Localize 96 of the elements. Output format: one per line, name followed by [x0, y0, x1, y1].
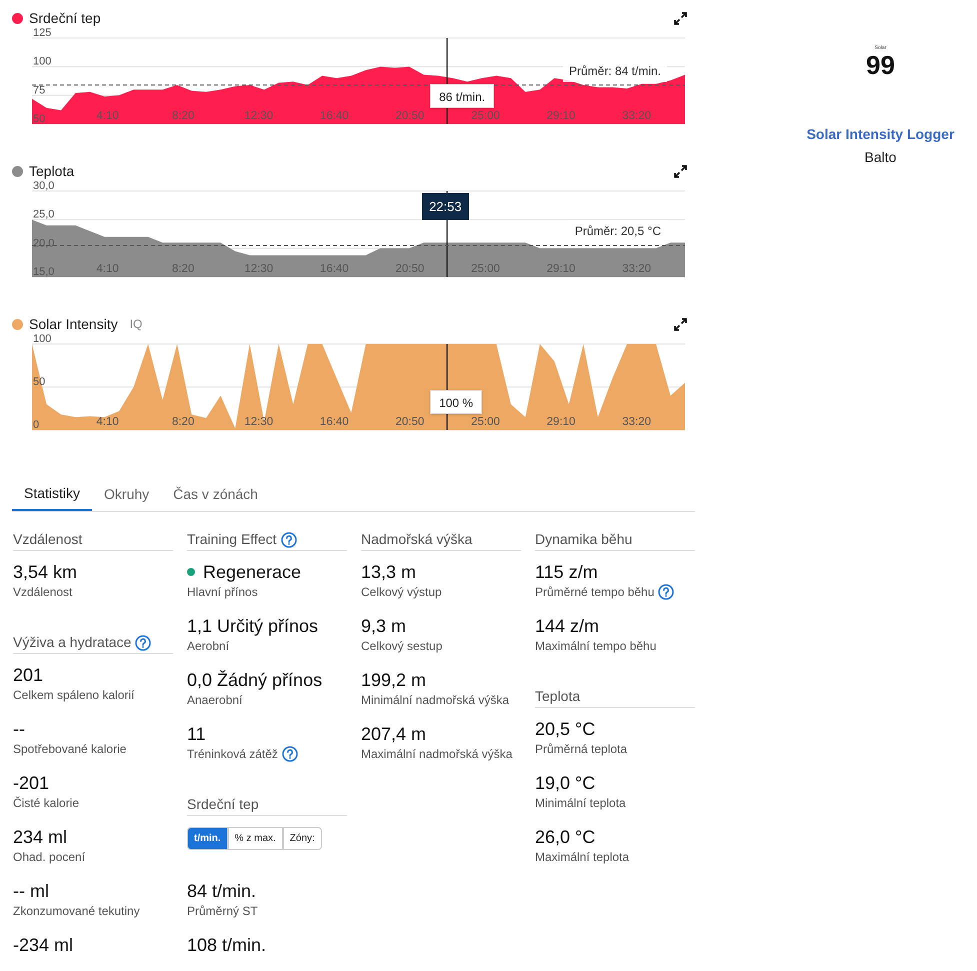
tab[interactable]: Okruhy — [92, 478, 162, 511]
axis-label: 8:20 — [172, 416, 194, 428]
stat-value: Regenerace — [203, 560, 302, 582]
stat-value: -- — [13, 718, 25, 740]
axis-label: 16:40 — [320, 110, 349, 122]
stat-label: Hlavní přínos — [187, 584, 258, 601]
axis-label: 29:10 — [546, 416, 576, 428]
axis-label: 4:10 — [96, 110, 119, 122]
logo-number: 99 — [866, 51, 895, 79]
stat-label: Aerobní — [187, 638, 230, 655]
stat-label: Spotřebované kalorie — [13, 741, 126, 758]
axis-label: 100 — [33, 56, 52, 68]
section-title: Srdeční tep — [187, 795, 259, 814]
axis-label: 33:20 — [622, 416, 652, 428]
chart-title: Srdeční tep — [29, 8, 101, 28]
cursor-time-label: 22:53 — [422, 193, 469, 220]
stat-value: -234 ml — [13, 934, 74, 956]
axis-label: 75 — [33, 84, 46, 96]
stat-value: 207,4 m — [361, 722, 426, 744]
axis-label: 25,0 — [33, 208, 54, 221]
chart-title: Teplota — [29, 162, 74, 181]
tab[interactable]: Čas v zónách — [161, 478, 270, 511]
axis-label: 0 — [33, 419, 40, 431]
stat-value: 26,0 °C — [535, 826, 596, 848]
unit-toggle[interactable]: t/min. — [187, 827, 228, 850]
axis-label: 20:50 — [396, 110, 424, 122]
stat-value: 9,3 m — [361, 614, 406, 636]
stat-value: 0,0 Žádný přínos — [187, 668, 322, 690]
stat-value: 13,3 m — [361, 560, 416, 582]
stat-label: Maximální tempo běhu — [535, 638, 656, 655]
stat-value: 3,54 km — [13, 560, 78, 582]
stat-label: Minimální nadmořská výška — [361, 692, 510, 709]
iq-label: IQ — [130, 316, 142, 333]
axis-label: 4:10 — [96, 416, 119, 428]
stat-value: 11 — [187, 722, 206, 744]
stat-value: 234 ml — [13, 826, 68, 848]
axis-label: 125 — [33, 27, 52, 39]
device-link[interactable]: Solar Intensity Logger — [806, 124, 954, 145]
expand-icon[interactable] — [674, 318, 687, 330]
stat-label: Celkový výstup — [361, 584, 442, 601]
tab[interactable]: Statistiky — [12, 478, 92, 511]
stat-label: Maximální teplota — [535, 849, 630, 866]
stat-label: Průměrný ST — [187, 903, 258, 920]
stat-label: Celkový sestup — [361, 638, 442, 655]
stat-value: 115 z/m — [535, 560, 598, 582]
axis-label: 25:00 — [471, 110, 500, 122]
stat-value: 1,1 Určitý přínos — [187, 614, 318, 636]
stat-value: -- ml — [13, 880, 49, 902]
stat-value: 20,5 °C — [535, 718, 596, 740]
stat-label: Zkonzumované tekutiny — [13, 903, 140, 920]
expand-icon[interactable] — [674, 12, 687, 24]
help-icon[interactable] — [135, 634, 152, 650]
stat-label: Čisté kalorie — [13, 795, 80, 812]
stat-label: Maximální nadmořská výška — [361, 746, 512, 763]
chart-title: Solar Intensity — [29, 314, 118, 334]
stat-value: 19,0 °C — [535, 772, 596, 794]
stat-value: 201 — [13, 664, 44, 686]
axis-label: 12:30 — [244, 110, 274, 122]
unit-toggle[interactable]: Zóny: — [282, 827, 322, 850]
stat-label: Ohad. pocení — [13, 849, 86, 866]
axis-label: 16:40 — [320, 416, 349, 428]
section-title: Dynamika běhu — [535, 530, 632, 549]
section-title: Nadmořská výška — [361, 530, 472, 549]
help-icon[interactable] — [280, 532, 296, 548]
axis-label: 30,0 — [33, 180, 54, 192]
tooltip: 100 % — [430, 390, 482, 414]
unit-toggle[interactable]: % z max. — [228, 827, 283, 850]
tooltip: 86 t/min. — [430, 84, 494, 108]
stat-label: Anaerobní — [187, 692, 242, 709]
stat-value: 108 t/min. — [187, 934, 266, 956]
section-title: Výživa a hydratace — [13, 633, 132, 652]
help-icon[interactable] — [282, 746, 298, 762]
stat-value: 84 t/min. — [187, 880, 256, 902]
axis-label: 8:20 — [172, 110, 194, 122]
stat-label: Celkem spáleno kalorií — [13, 687, 134, 704]
help-icon[interactable] — [658, 584, 674, 600]
section-title: Training Effect — [187, 530, 276, 549]
axis-label: 33:20 — [622, 110, 652, 122]
stat-label: Průměrná teplota — [535, 741, 628, 758]
axis-label: 50 — [33, 113, 46, 125]
stat-label: Vzdálenost — [13, 584, 72, 601]
stat-label: Minimální teplota — [535, 795, 626, 812]
axis-label: 25:00 — [471, 416, 500, 428]
stat-label: Tréninková zátěž — [187, 746, 278, 763]
stat-value: -201 — [13, 772, 50, 794]
axis-label: 100 — [33, 333, 52, 345]
stat-label: Průměrné tempo běhu — [535, 584, 654, 601]
stat-value: 199,2 m — [361, 668, 426, 690]
expand-icon[interactable] — [674, 164, 687, 178]
axis-label: 12:30 — [244, 416, 274, 428]
stat-value: 144 z/m — [535, 614, 600, 636]
section-title: Vzdálenost — [13, 530, 82, 549]
section-title: Teplota — [535, 687, 580, 706]
axis-label: 20:50 — [396, 416, 424, 428]
device-owner: Balto — [864, 148, 896, 167]
axis-label: 29:10 — [546, 110, 576, 122]
